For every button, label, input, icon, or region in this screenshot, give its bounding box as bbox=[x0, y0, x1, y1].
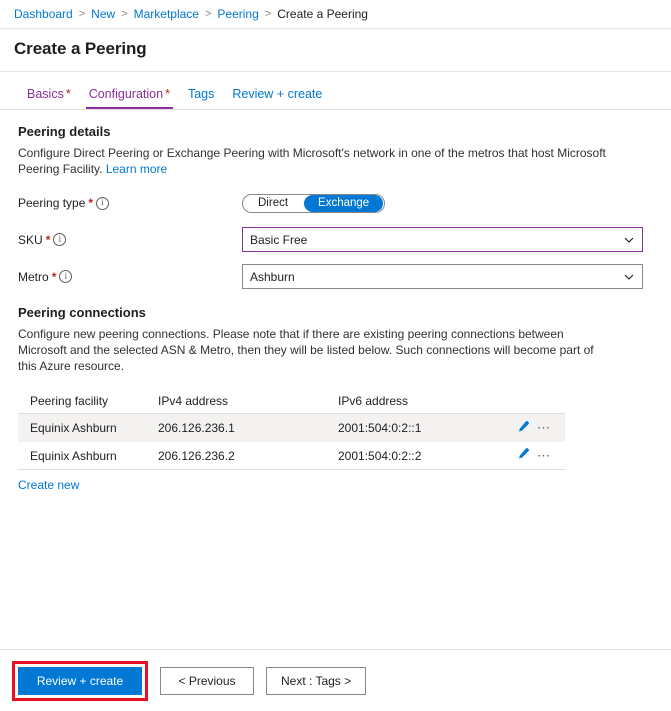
tab-configuration-label: Configuration bbox=[88, 87, 164, 101]
previous-button[interactable]: < Previous bbox=[160, 666, 254, 695]
peering-connections-description: Configure new peering connections. Pleas… bbox=[18, 327, 594, 373]
column-header-ipv4: IPv4 address bbox=[158, 393, 229, 408]
peering-connections-heading: Peering connections bbox=[18, 305, 146, 320]
page-title-container: Create a Peering bbox=[0, 29, 671, 72]
tab-review-create-label: Review + create bbox=[232, 87, 323, 101]
tab-tags[interactable]: Tags bbox=[179, 87, 223, 109]
peering-connections-table: Peering facility IPv4 address IPv6 addre… bbox=[18, 388, 565, 470]
tab-configuration-required: * bbox=[165, 87, 170, 101]
sku-control: Basic Free bbox=[242, 227, 653, 252]
cell-ipv4: 206.126.236.2 bbox=[158, 448, 235, 463]
breadcrumb-item-peering[interactable]: Peering bbox=[217, 7, 258, 21]
tab-configuration[interactable]: Configuration * bbox=[80, 87, 179, 109]
tab-tags-label: Tags bbox=[187, 87, 215, 101]
peering-type-control: Direct Exchange bbox=[242, 193, 653, 213]
peering-details-description: Configure Direct Peering or Exchange Pee… bbox=[18, 145, 614, 177]
footer-action-bar: Review + create < Previous Next : Tags > bbox=[0, 649, 671, 711]
info-icon[interactable]: i bbox=[96, 196, 110, 210]
peering-type-row: Peering type * i Direct Exchange bbox=[18, 191, 653, 215]
chevron-down-icon bbox=[624, 272, 634, 282]
ellipsis-icon[interactable]: ⋯ bbox=[537, 449, 551, 462]
table-row[interactable]: Equinix Ashburn 206.126.236.2 2001:504:0… bbox=[18, 442, 565, 470]
peering-connections-section: Peering connections Configure new peerin… bbox=[18, 305, 653, 492]
cell-ipv6: 2001:504:0:2::2 bbox=[338, 448, 422, 463]
sku-required: * bbox=[45, 232, 51, 247]
metro-label: Metro * i bbox=[18, 270, 242, 284]
tab-bar: Basics * Configuration * Tags Review + cre… bbox=[0, 72, 671, 110]
breadcrumb-item-current: Create a Peering bbox=[277, 7, 368, 21]
breadcrumb-item-new[interactable]: New bbox=[91, 7, 115, 21]
sku-label: SKU * i bbox=[18, 233, 242, 247]
table-row[interactable]: Equinix Ashburn 206.126.236.1 2001:504:0… bbox=[18, 414, 565, 442]
cell-actions: ⋯ bbox=[508, 420, 565, 437]
review-create-button[interactable]: Review + create bbox=[18, 666, 142, 695]
column-header-ipv6: IPv6 address bbox=[338, 393, 409, 408]
peering-type-option-direct[interactable]: Direct bbox=[244, 195, 302, 212]
column-header-facility: Peering facility bbox=[30, 393, 109, 408]
metro-dropdown[interactable]: Ashburn bbox=[242, 264, 643, 289]
peering-type-required: * bbox=[88, 196, 94, 210]
peering-type-label-text: Peering type bbox=[18, 196, 86, 210]
breadcrumb-separator: > bbox=[78, 8, 86, 20]
create-new-link[interactable]: Create new bbox=[18, 478, 79, 492]
info-icon[interactable]: i bbox=[53, 233, 67, 246]
learn-more-link[interactable]: Learn more bbox=[106, 162, 167, 176]
metro-dropdown-value: Ashburn bbox=[250, 269, 295, 284]
next-tags-button[interactable]: Next : Tags > bbox=[266, 666, 367, 695]
sku-dropdown-value: Basic Free bbox=[250, 232, 308, 247]
metro-row: Metro * i Ashburn bbox=[18, 264, 653, 289]
cell-ipv4: 206.126.236.1 bbox=[158, 421, 235, 435]
pencil-icon[interactable] bbox=[516, 447, 530, 464]
cell-ipv6: 2001:504:0:2::1 bbox=[338, 421, 422, 435]
page-title: Create a Peering bbox=[14, 39, 147, 58]
cell-facility: Equinix Ashburn bbox=[30, 421, 117, 435]
metro-required: * bbox=[51, 269, 57, 284]
tab-basics[interactable]: Basics * bbox=[18, 87, 80, 109]
tab-basics-required: * bbox=[65, 87, 71, 101]
sku-label-text: SKU bbox=[18, 232, 43, 247]
table-header-row: Peering facility IPv4 address IPv6 addre… bbox=[18, 388, 565, 414]
peering-details-heading: Peering details bbox=[18, 124, 111, 139]
chevron-down-icon bbox=[624, 235, 634, 245]
info-icon[interactable]: i bbox=[59, 270, 73, 283]
peering-type-toggle[interactable]: Direct Exchange bbox=[242, 193, 386, 213]
metro-control: Ashburn bbox=[242, 264, 653, 289]
tab-review-create[interactable]: Review + create bbox=[223, 87, 331, 109]
breadcrumb-item-dashboard[interactable]: Dashboard bbox=[14, 7, 73, 21]
sku-dropdown[interactable]: Basic Free bbox=[242, 227, 643, 252]
review-create-highlight: Review + create bbox=[12, 660, 148, 701]
cell-actions: ⋯ bbox=[508, 447, 565, 464]
create-new-container: Create new bbox=[18, 478, 653, 492]
tab-basics-label: Basics bbox=[27, 87, 64, 101]
breadcrumb-separator: > bbox=[264, 8, 272, 20]
ellipsis-icon[interactable]: ⋯ bbox=[537, 421, 551, 434]
breadcrumb-item-marketplace[interactable]: Marketplace bbox=[134, 7, 199, 21]
cell-facility: Equinix Ashburn bbox=[30, 448, 117, 463]
breadcrumb-separator: > bbox=[204, 8, 212, 20]
metro-label-text: Metro bbox=[18, 269, 49, 284]
sku-row: SKU * i Basic Free bbox=[18, 227, 653, 252]
pencil-icon[interactable] bbox=[516, 420, 530, 437]
main-content: Peering details Configure Direct Peering… bbox=[0, 110, 671, 492]
peering-type-option-exchange[interactable]: Exchange bbox=[304, 194, 384, 212]
breadcrumb: Dashboard > New > Marketplace > Peering … bbox=[0, 0, 671, 29]
peering-type-label: Peering type * i bbox=[18, 196, 242, 210]
breadcrumb-separator: > bbox=[121, 8, 128, 20]
